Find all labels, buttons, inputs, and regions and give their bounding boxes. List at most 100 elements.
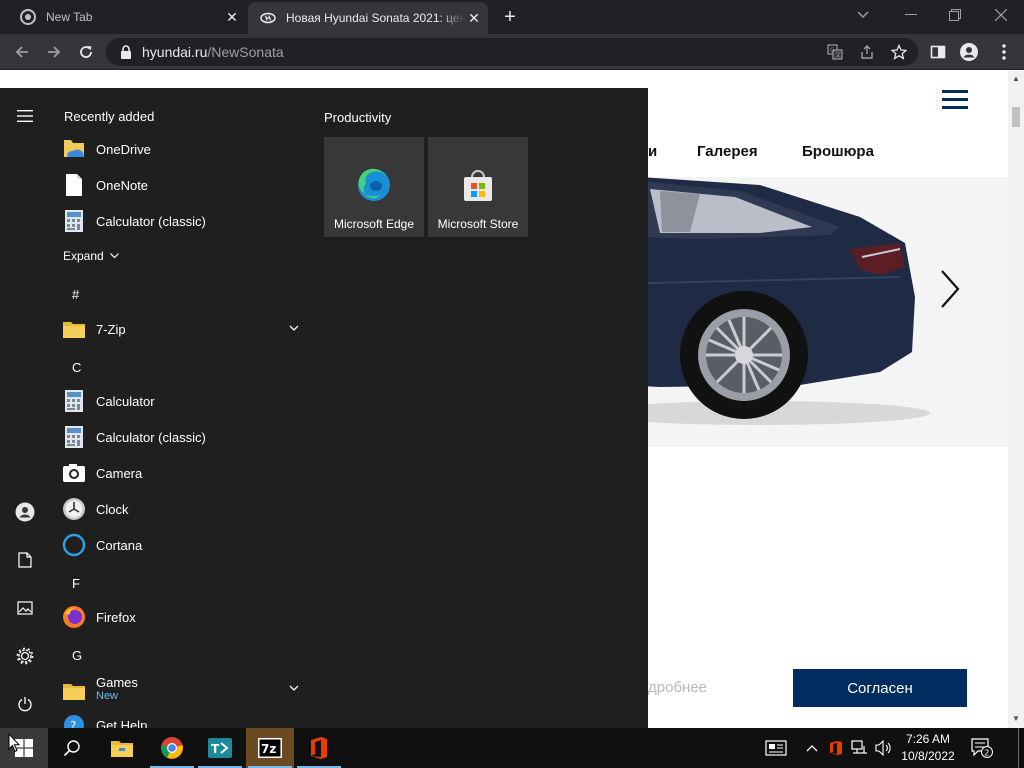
subnav-link-brochure[interactable]: Брошюра xyxy=(802,143,874,160)
svg-text:7z: 7z xyxy=(261,742,276,756)
app-games-folder[interactable]: Games New xyxy=(62,671,308,707)
app-clock[interactable]: Clock xyxy=(62,491,308,527)
svg-text:?: ? xyxy=(70,719,76,728)
documents-icon[interactable] xyxy=(9,544,41,576)
office-icon xyxy=(311,737,327,759)
store-icon xyxy=(464,170,492,201)
chevron-down-icon xyxy=(109,253,119,259)
app-onenote[interactable]: OneNote xyxy=(62,167,308,203)
close-window-button[interactable] xyxy=(978,0,1024,30)
show-desktop-button[interactable] xyxy=(1018,728,1024,768)
forward-button[interactable] xyxy=(40,38,68,66)
clock-date: 10/8/2022 xyxy=(901,749,955,763)
profile-avatar-button[interactable] xyxy=(955,38,983,66)
carousel-next-arrow-icon[interactable] xyxy=(936,267,964,311)
app-onedrive[interactable]: OneDrive xyxy=(62,131,308,167)
chrome-icon xyxy=(20,9,36,25)
mouse-cursor-icon xyxy=(8,733,20,753)
svg-text:文: 文 xyxy=(835,51,841,59)
url-text[interactable]: hyundai.ru/NewSonata xyxy=(142,44,284,60)
chevron-down-icon[interactable] xyxy=(288,682,300,694)
tile-group-heading: Productivity xyxy=(324,110,392,125)
tab-title: Новая Hyundai Sonata 2021: цены и компле… xyxy=(286,11,466,25)
clock-time: 7:26 AM xyxy=(905,732,951,746)
svg-text:T: T xyxy=(211,742,220,756)
app-get-help[interactable]: ? Get Help xyxy=(62,707,308,728)
subnav-link[interactable]: и xyxy=(648,143,657,160)
user-account-icon[interactable] xyxy=(9,496,41,528)
share-icon[interactable] xyxy=(856,42,878,62)
start-menu: Recently added OneDrive OneNote Calculat… xyxy=(0,88,648,728)
more-menu-icon[interactable] xyxy=(990,38,1018,66)
address-bar[interactable]: hyundai.ru/NewSonata G文 xyxy=(106,38,918,66)
reload-button[interactable] xyxy=(72,38,100,66)
expand-recent-button[interactable]: Expand xyxy=(63,249,119,263)
power-icon[interactable] xyxy=(9,688,41,720)
group-letter-f[interactable]: F xyxy=(72,576,80,591)
taskbar: T 7z 7:26 AM 10/8/2022 2 xyxy=(0,728,1024,768)
tab-search-button[interactable] xyxy=(852,5,874,25)
calculator-icon xyxy=(62,389,86,413)
new-tab-button[interactable]: + xyxy=(500,7,520,27)
tray-news-icon[interactable] xyxy=(760,728,792,768)
taskbar-office[interactable] xyxy=(295,728,343,768)
close-tab-icon[interactable]: ✕ xyxy=(224,9,240,25)
translate-icon[interactable]: G文 xyxy=(824,42,846,62)
start-menu-expand-icon[interactable] xyxy=(9,100,41,132)
start-menu-rail xyxy=(0,88,50,728)
file-explorer-icon xyxy=(111,741,133,757)
search-button[interactable] xyxy=(48,728,96,768)
chevron-down-icon[interactable] xyxy=(288,322,300,334)
app-7zip-folder[interactable]: 7-Zip xyxy=(62,311,308,347)
edge-icon xyxy=(358,168,390,201)
site-menu-button[interactable] xyxy=(942,90,968,110)
notification-count: 2 xyxy=(984,749,989,758)
taskbar-file-explorer[interactable] xyxy=(98,728,146,768)
app-calculator-classic-recent[interactable]: Calculator (classic) xyxy=(62,203,308,239)
taskbar-7zip[interactable]: 7z xyxy=(246,728,294,768)
group-letter-c[interactable]: C xyxy=(72,360,81,375)
scroll-down-icon[interactable]: ▼ xyxy=(1012,715,1020,723)
volume-icon[interactable] xyxy=(873,728,895,768)
tile-microsoft-edge[interactable]: Microsoft Edge xyxy=(324,137,424,237)
tray-office-icon[interactable] xyxy=(826,728,846,768)
tab-new-tab[interactable]: New Tab ✕ xyxy=(8,0,246,34)
settings-gear-icon[interactable] xyxy=(9,640,41,672)
restore-button[interactable] xyxy=(932,0,978,30)
close-tab-icon[interactable]: ✕ xyxy=(466,10,482,26)
app-camera[interactable]: Camera xyxy=(62,455,308,491)
pictures-icon[interactable] xyxy=(9,592,41,624)
tab-hyundai-sonata[interactable]: Новая Hyundai Sonata 2021: цены и компле… xyxy=(248,2,488,34)
search-icon xyxy=(63,740,80,757)
tile-microsoft-store[interactable]: Microsoft Store xyxy=(428,137,528,237)
app-calculator[interactable]: Calculator xyxy=(62,383,308,419)
app-cortana[interactable]: Cortana xyxy=(62,527,308,563)
scroll-up-icon[interactable]: ▲ xyxy=(1012,75,1020,83)
bookmark-star-icon[interactable] xyxy=(888,42,910,62)
show-hidden-icons-chevron-up-icon[interactable] xyxy=(802,728,822,768)
chrome-icon xyxy=(161,737,183,759)
cookie-agree-button[interactable]: Согласен xyxy=(793,669,967,707)
minimize-button[interactable] xyxy=(888,0,934,30)
get-help-icon: ? xyxy=(62,713,86,728)
scroll-thumb[interactable] xyxy=(1012,107,1020,127)
app-firefox[interactable]: Firefox xyxy=(62,599,308,635)
calculator-icon xyxy=(62,209,86,233)
network-icon[interactable] xyxy=(849,728,871,768)
back-button[interactable] xyxy=(8,38,36,66)
subnav-link-gallery[interactable]: Галерея xyxy=(697,143,758,160)
app-calculator-classic[interactable]: Calculator (classic) xyxy=(62,419,308,455)
group-letter-hash[interactable]: # xyxy=(72,287,79,302)
taskbar-chrome[interactable] xyxy=(148,728,196,768)
taskbar-clock[interactable]: 7:26 AM 10/8/2022 xyxy=(896,731,960,765)
group-letter-g[interactable]: G xyxy=(72,648,82,663)
onedrive-icon xyxy=(62,137,86,161)
taskbar-remote-app[interactable]: T xyxy=(196,728,244,768)
side-panel-button[interactable] xyxy=(924,38,952,66)
action-center-icon[interactable]: 2 xyxy=(968,728,996,768)
calculator-icon xyxy=(62,425,86,449)
games-label-group: Games New xyxy=(96,675,138,702)
page-scrollbar[interactable]: ▲ ▼ xyxy=(1008,71,1024,728)
cookie-more-link[interactable]: одробнее xyxy=(640,679,707,696)
lock-icon[interactable] xyxy=(120,45,132,59)
